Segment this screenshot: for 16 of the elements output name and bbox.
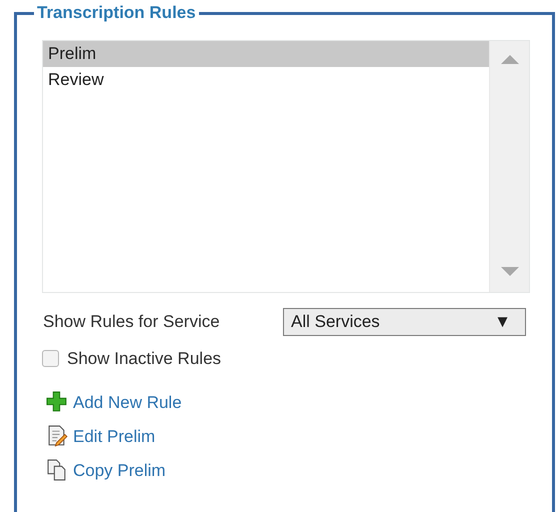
edit-document-icon: [46, 425, 68, 447]
rule-item[interactable]: Review: [43, 67, 489, 93]
scroll-up-icon[interactable]: [500, 55, 518, 64]
copy-icon: [46, 459, 68, 481]
scrollbar[interactable]: [489, 41, 529, 292]
rule-item[interactable]: Prelim: [43, 41, 489, 67]
checkbox[interactable]: [42, 350, 59, 368]
service-dropdown[interactable]: All Services ▼: [283, 308, 526, 336]
plus-icon: [46, 391, 68, 413]
action-link[interactable]: Edit Prelim: [46, 422, 527, 450]
scroll-down-icon[interactable]: [500, 267, 518, 276]
action-link[interactable]: Copy Prelim: [46, 456, 527, 484]
rules-listbox[interactable]: Prelim Review: [42, 40, 530, 293]
service-label: Show Rules for Service: [42, 311, 221, 334]
checkbox-label: Show Inactive Rules: [67, 348, 222, 370]
action-link[interactable]: Add New Rule: [46, 388, 527, 416]
